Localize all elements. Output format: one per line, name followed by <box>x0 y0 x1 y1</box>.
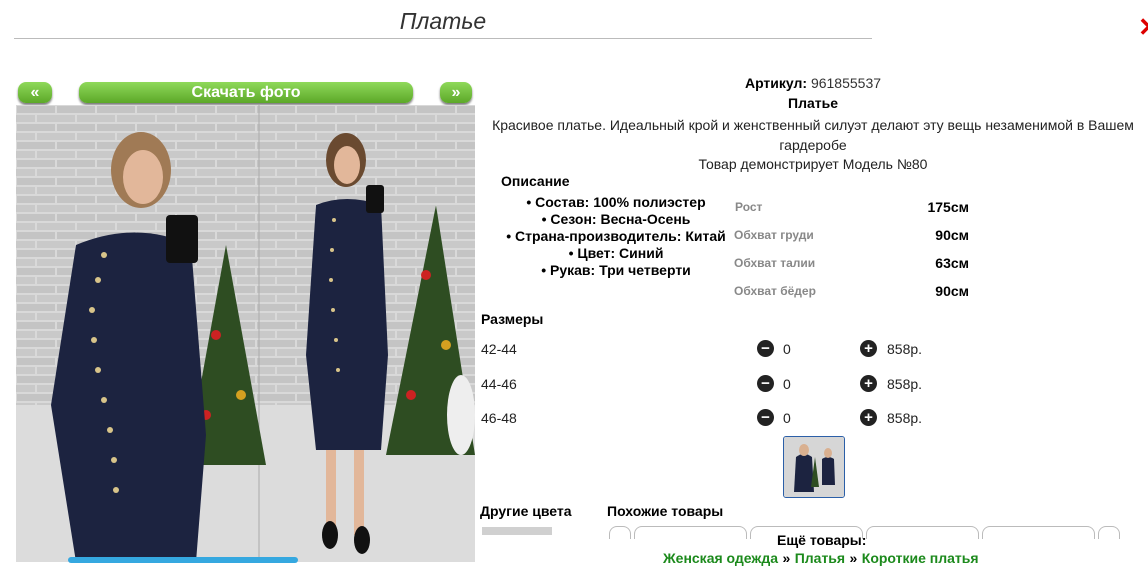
product-photo[interactable] <box>16 105 475 562</box>
size-label: 44-46 <box>481 376 517 392</box>
size-price: 858р. <box>887 376 923 392</box>
title-divider <box>14 38 872 39</box>
product-name: Платье <box>788 95 838 111</box>
product-photo-illustration <box>16 105 475 562</box>
similar-item-card[interactable] <box>866 526 979 539</box>
spec-item: Цвет: Синий <box>496 245 736 262</box>
breadcrumb-link[interactable]: Женская одежда <box>663 550 778 566</box>
minus-circle-icon[interactable]: − <box>757 409 774 426</box>
download-photo-button[interactable]: Скачать фото <box>79 82 413 103</box>
size-label: 42-44 <box>481 341 517 357</box>
article-line: Артикул: 961855537 <box>556 75 1070 91</box>
measurement-label: Обхват груди <box>734 228 814 242</box>
size-price: 858р. <box>887 341 923 357</box>
size-price: 858р. <box>887 410 923 426</box>
similar-heading: Похожие товары <box>607 503 724 519</box>
minus-circle-icon[interactable]: − <box>757 375 774 392</box>
sizes-heading: Размеры <box>481 311 544 327</box>
measurement-value: 175см <box>927 199 969 215</box>
article-label: Артикул: <box>744 75 808 91</box>
photo-scroll-bar[interactable] <box>68 557 298 563</box>
product-thumbnail[interactable] <box>783 436 845 498</box>
similar-item-card[interactable] <box>982 526 1095 539</box>
other-colors-heading: Другие цвета <box>480 503 572 519</box>
minus-circle-icon[interactable]: − <box>757 340 774 357</box>
prev-photo-button[interactable]: « <box>18 82 52 103</box>
plus-circle-icon[interactable]: + <box>860 409 877 426</box>
product-description: Красивое платье. Идеальный крой и женств… <box>492 117 1134 153</box>
spec-item: Состав: 100% полиэстер <box>496 194 736 211</box>
other-color-swatch[interactable] <box>482 527 552 535</box>
size-label: 46-48 <box>481 410 517 426</box>
breadcrumb-link[interactable]: Короткие платья <box>862 550 979 566</box>
spec-item: Страна-производитель: Китай <box>496 228 736 245</box>
specs-list: Состав: 100% полиэстер Сезон: Весна-Осен… <box>496 194 736 279</box>
next-photo-button[interactable]: » <box>440 82 472 103</box>
measurement-label: Обхват талии <box>734 256 816 270</box>
breadcrumb-separator: » <box>849 550 858 566</box>
more-products-heading: Ещё товары: <box>777 532 867 548</box>
measurement-value: 90см <box>935 283 969 299</box>
specs-heading: Описание <box>501 173 570 189</box>
spec-item: Рукав: Три четверти <box>496 262 736 279</box>
similar-item-card[interactable] <box>634 526 747 539</box>
measurement-label: Обхват бёдер <box>734 284 816 298</box>
page-title: Платье <box>399 8 487 34</box>
measurement-value: 63см <box>935 255 969 271</box>
measurement-label: Рост <box>735 200 763 214</box>
breadcrumb-separator: » <box>782 550 791 566</box>
spec-item: Сезон: Весна-Осень <box>496 211 736 228</box>
plus-circle-icon[interactable]: + <box>860 340 877 357</box>
size-quantity[interactable]: 0 <box>783 376 791 392</box>
plus-circle-icon[interactable]: + <box>860 375 877 392</box>
close-icon[interactable]: ✕ <box>1138 12 1148 42</box>
model-note: Товар демонстрирует Модель №80 <box>698 156 928 172</box>
size-quantity[interactable]: 0 <box>783 341 791 357</box>
similar-next-button[interactable] <box>1098 526 1120 539</box>
article-value: 961855537 <box>810 75 882 91</box>
similar-prev-button[interactable] <box>609 526 631 539</box>
breadcrumb-link[interactable]: Платья <box>795 550 845 566</box>
size-quantity[interactable]: 0 <box>783 410 791 426</box>
thumbnail-image <box>784 437 844 497</box>
measurement-value: 90см <box>935 227 969 243</box>
breadcrumb: Женская одежда » Платья » Короткие плать… <box>663 550 979 568</box>
